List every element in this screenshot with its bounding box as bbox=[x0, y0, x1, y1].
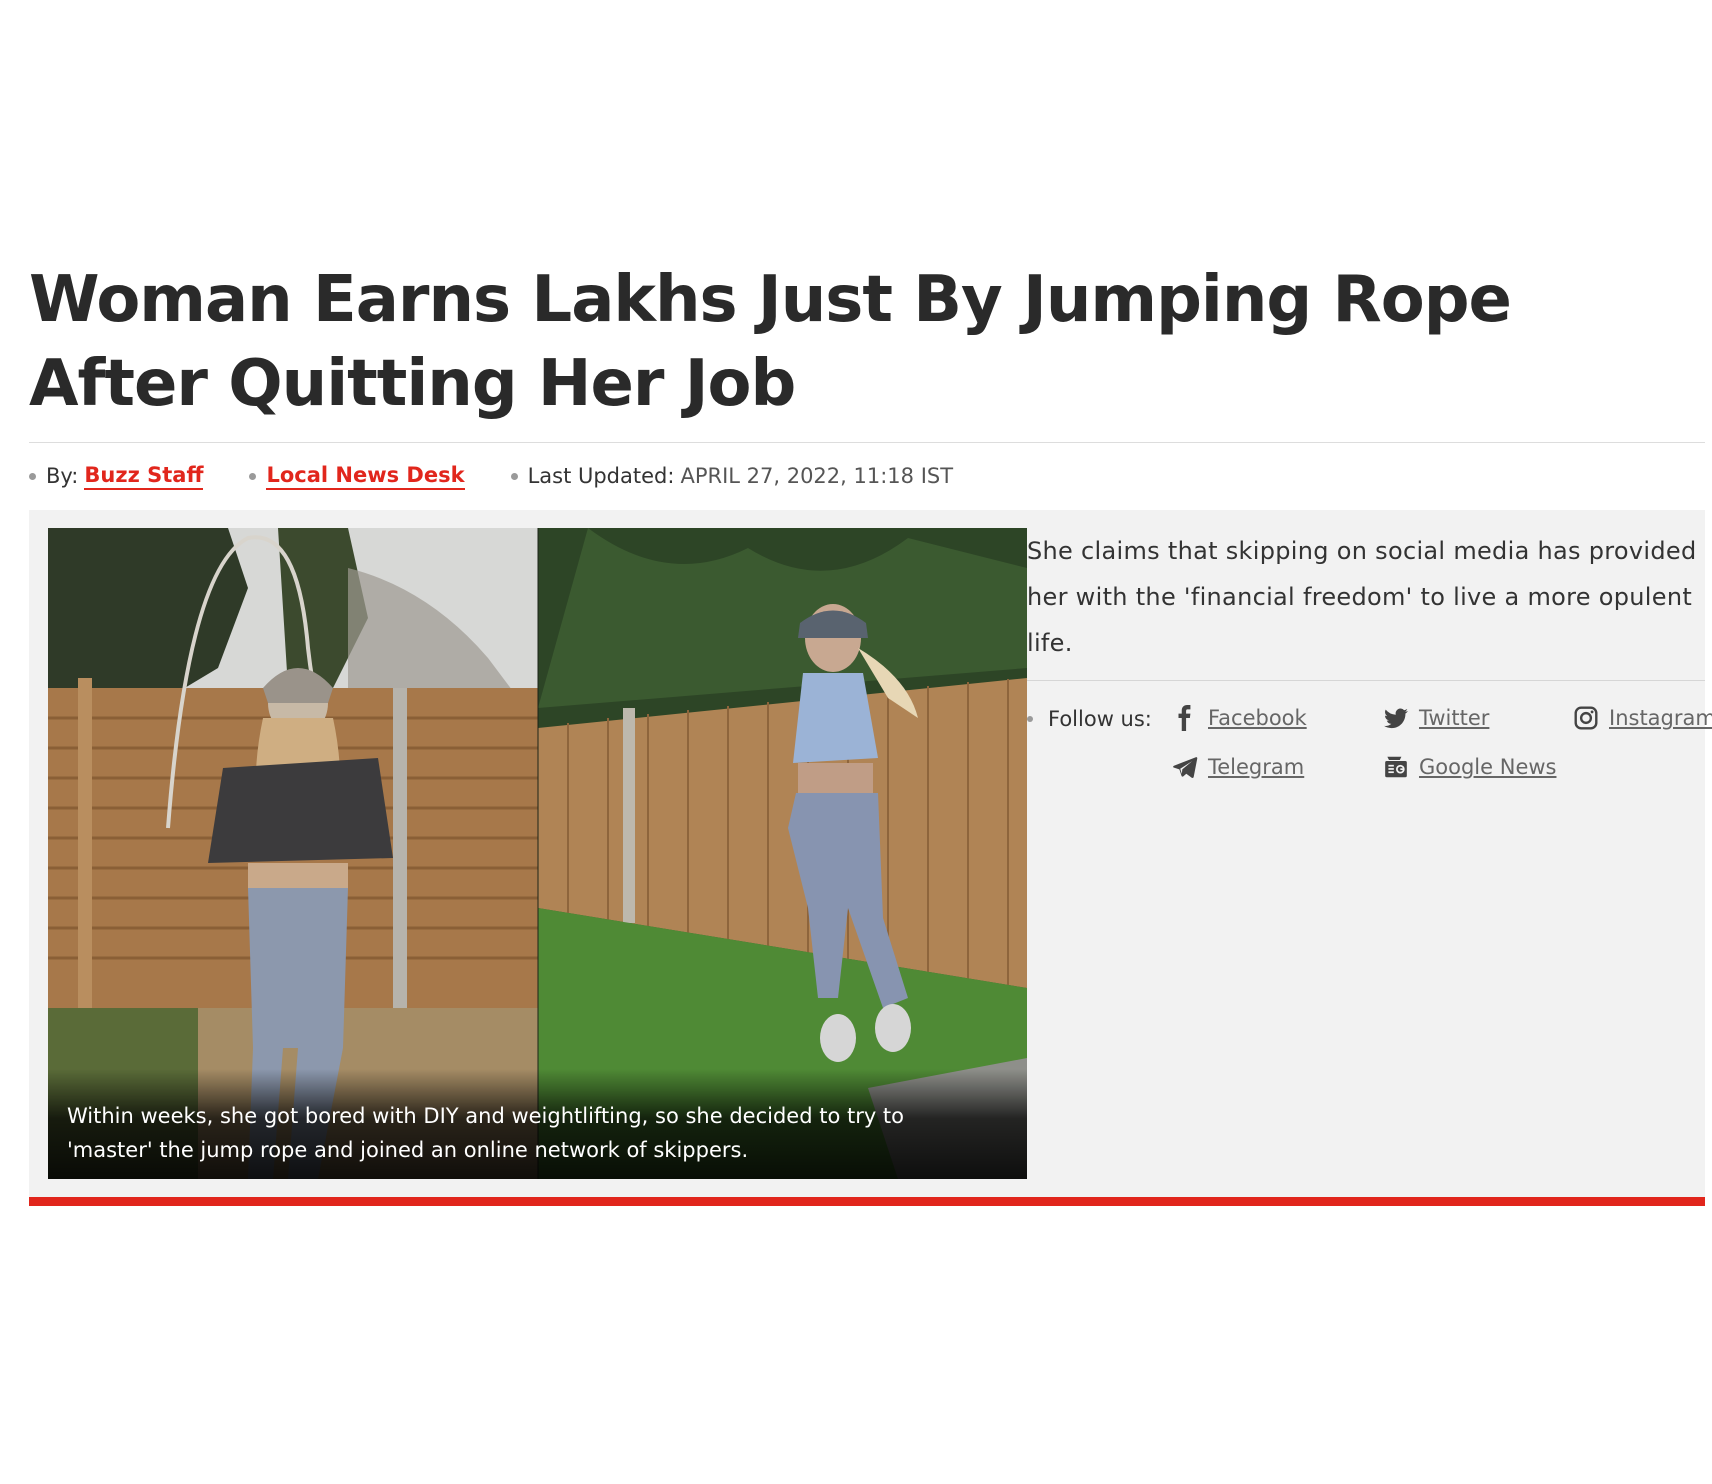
follow-us-section: Follow us: Facebook Twitter Instagram Te… bbox=[1027, 695, 1712, 795]
updated-label: Last Updated: bbox=[527, 464, 675, 488]
updated-timestamp: APRIL 27, 2022, 11:18 IST bbox=[680, 464, 954, 488]
bullet bbox=[510, 472, 518, 480]
byline: By: Buzz Staff Local News Desk Last Upda… bbox=[29, 460, 999, 492]
telegram-label: Telegram bbox=[1208, 755, 1305, 779]
article-hero-panel: Within weeks, she got bored with DIY and… bbox=[29, 510, 1712, 1200]
headline-divider bbox=[29, 442, 1705, 443]
article-page: Woman Earns Lakhs Just By Jumping Rope A… bbox=[0, 0, 1712, 1484]
image-caption: Within weeks, she got bored with DIY and… bbox=[67, 1104, 905, 1162]
google-news-icon bbox=[1383, 754, 1409, 780]
author-link[interactable]: Buzz Staff bbox=[84, 463, 204, 490]
desk-link[interactable]: Local News Desk bbox=[266, 463, 465, 490]
article-sidebar: She claims that skipping on social media… bbox=[1027, 528, 1712, 795]
twitter-icon bbox=[1383, 705, 1409, 731]
accent-bar bbox=[29, 1197, 1705, 1206]
twitter-link[interactable]: Twitter bbox=[1383, 705, 1489, 731]
google-news-link[interactable]: Google News bbox=[1383, 754, 1556, 780]
telegram-icon bbox=[1172, 754, 1198, 780]
facebook-label: Facebook bbox=[1208, 706, 1307, 730]
instagram-link[interactable]: Instagram bbox=[1573, 705, 1712, 731]
by-label: By: bbox=[46, 464, 79, 488]
image-caption-overlay: Within weeks, she got bored with DIY and… bbox=[48, 1069, 1027, 1179]
article-summary: She claims that skipping on social media… bbox=[1027, 537, 1697, 657]
summary-divider bbox=[1027, 680, 1705, 681]
hero-image[interactable]: Within weeks, she got bored with DIY and… bbox=[48, 528, 1027, 1179]
instagram-icon bbox=[1573, 705, 1599, 731]
byline-author: By: Buzz Staff bbox=[29, 463, 204, 490]
byline-updated: Last Updated: APRIL 27, 2022, 11:18 IST bbox=[510, 464, 954, 488]
facebook-icon bbox=[1172, 705, 1198, 731]
bullet bbox=[29, 472, 36, 480]
byline-desk: Local News Desk bbox=[249, 463, 465, 490]
bullet bbox=[249, 472, 257, 480]
twitter-label: Twitter bbox=[1419, 706, 1490, 730]
google-news-label: Google News bbox=[1419, 755, 1557, 779]
bullet bbox=[1027, 716, 1033, 722]
follow-us-lead: Follow us: bbox=[1027, 707, 1152, 731]
telegram-link[interactable]: Telegram bbox=[1172, 754, 1304, 780]
instagram-label: Instagram bbox=[1609, 706, 1712, 730]
follow-us-label: Follow us: bbox=[1048, 707, 1152, 731]
facebook-link[interactable]: Facebook bbox=[1172, 705, 1307, 731]
article-headline: Woman Earns Lakhs Just By Jumping Rope A… bbox=[29, 263, 1512, 421]
